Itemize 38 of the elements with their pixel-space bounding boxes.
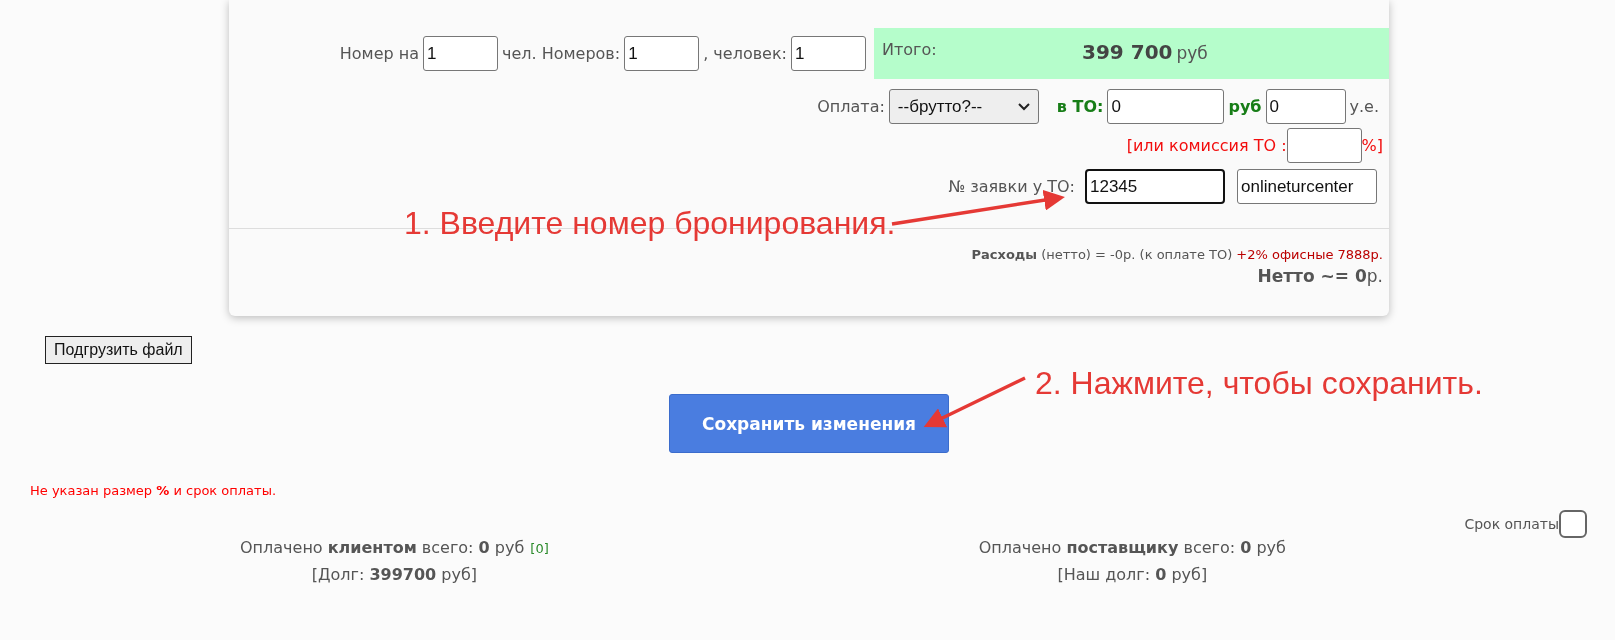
total-label: Итого:: [882, 40, 938, 59]
netto-text: Нетто ~= 0р.: [1257, 266, 1383, 286]
client-paid-text: Оплачено клиентом всего: 0 руб: [240, 538, 525, 557]
expenses-text: Расходы (нетто) = -0р. (к оплате ТО): [971, 247, 1233, 262]
annotation-text: 1. Введите номер бронирования.: [404, 205, 896, 242]
to-label: в ТО:: [1056, 97, 1104, 116]
order-number-field[interactable]: 12345: [1085, 169, 1225, 204]
amount-field[interactable]: 0: [1265, 89, 1346, 124]
number-field[interactable]: 1: [624, 36, 700, 71]
payment-select[interactable]: --брутто?--: [888, 89, 1039, 124]
field-label: , человек:: [703, 44, 787, 63]
field-label: чел. Номеров:: [502, 44, 621, 63]
number-field[interactable]: 1: [791, 36, 866, 71]
upload-button[interactable]: Подгрузить файл: [45, 336, 192, 364]
currency-label: у.е.: [1349, 97, 1379, 116]
office-fee-text: +2% офисные 7888р.: [1236, 247, 1383, 262]
payment-count-link[interactable]: [0]: [530, 541, 549, 556]
percent-label: %]: [1361, 136, 1383, 155]
due-date-label: Срок оплаты: [1464, 516, 1559, 532]
payment-label: Оплата:: [817, 97, 885, 116]
total-amount: 399 700: [1082, 40, 1173, 64]
warning-text: Не указан размер % и срок оплаты.: [30, 483, 278, 498]
caret-icon: [1017, 102, 1030, 111]
supplier-paid-text: Оплачено поставщику всего: 0 руб: [978, 538, 1286, 557]
currency-label: руб: [1176, 43, 1208, 63]
commission-label: [или комиссия ТО :: [1126, 136, 1287, 155]
annotation-text: 2. Нажмите, чтобы сохранить.: [1035, 365, 1483, 402]
commission-field[interactable]: [1286, 128, 1362, 163]
save-button[interactable]: Сохранить изменения: [669, 394, 949, 453]
supplier-debt-text: [Наш долг: 0 руб]: [1057, 565, 1208, 584]
order-label: № заявки у ТО:: [948, 177, 1075, 196]
field-label: Номер на: [339, 44, 419, 63]
amount-field[interactable]: 0: [1107, 89, 1225, 124]
rub-label: руб: [1228, 97, 1262, 116]
due-date-checkbox[interactable]: [1559, 510, 1587, 538]
client-debt-text: [Долг: 399700 руб]: [311, 565, 477, 584]
operator-field[interactable]: onlineturcenter: [1237, 169, 1377, 204]
number-field[interactable]: 1: [423, 36, 498, 71]
